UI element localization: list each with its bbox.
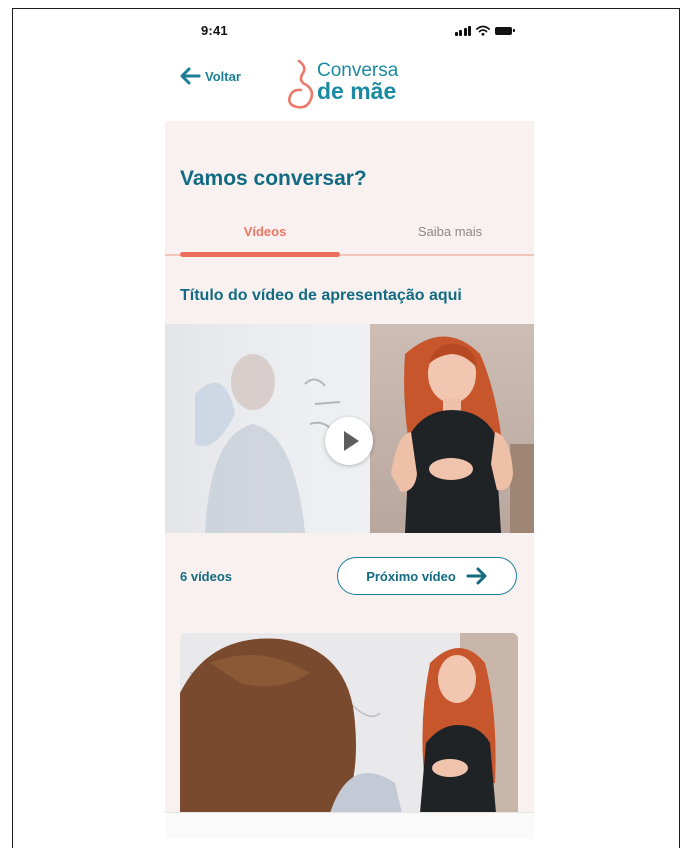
- next-video-label: Próximo vídeo: [366, 568, 456, 584]
- wifi-icon: [476, 25, 490, 36]
- featured-video-player[interactable]: [165, 324, 534, 533]
- play-button[interactable]: [325, 417, 373, 465]
- logo-line-2: de mãe: [317, 78, 397, 104]
- featured-video-title: Título do vídeo de apresentação aqui: [180, 287, 462, 304]
- page-title: Vamos conversar?: [180, 167, 367, 190]
- phone-screen: 9:41 Voltar Conversa de mãe Vamos conver…: [165, 9, 534, 839]
- tab-saiba-mais[interactable]: Saiba mais: [365, 224, 534, 258]
- video-count: 6 vídeos: [180, 569, 233, 584]
- bottom-bar: [165, 812, 534, 839]
- app-logo: Conversa de mãe: [285, 59, 425, 115]
- main-content: Vamos conversar? Vídeos Saiba mais Títul…: [165, 121, 534, 839]
- status-time: 9:41: [201, 23, 228, 38]
- app-header: Voltar Conversa de mãe: [165, 53, 534, 119]
- video-list-item[interactable]: [180, 633, 518, 813]
- signal-icon: [454, 25, 471, 36]
- status-icons: [454, 25, 515, 36]
- next-video-button[interactable]: Próximo vídeo: [337, 557, 517, 595]
- back-label: Voltar: [205, 68, 241, 84]
- tab-active-indicator: [180, 252, 340, 257]
- logo-wordmark: Conversa de mãe: [317, 61, 398, 104]
- arrow-right-icon: [466, 567, 487, 585]
- back-button[interactable]: Voltar: [179, 67, 241, 85]
- logo-mark-icon: [288, 59, 314, 109]
- battery-icon: [495, 26, 515, 35]
- arrow-left-icon: [180, 67, 201, 85]
- status-bar: 9:41: [165, 9, 534, 53]
- video-list-thumbnail-image: [180, 633, 518, 813]
